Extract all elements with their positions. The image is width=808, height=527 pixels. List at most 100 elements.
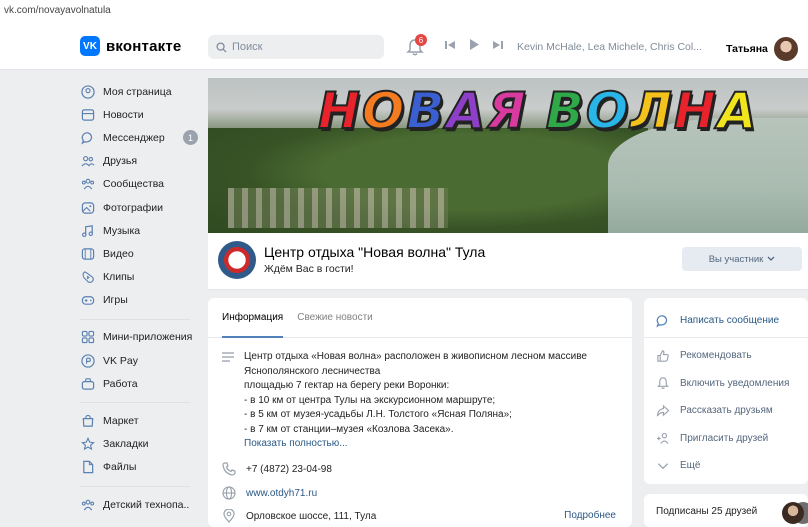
sidebar-item[interactable]: Клипы [80,266,198,289]
url-bar[interactable]: vk.com/novayavolnatula [0,0,808,22]
sidebar-item[interactable]: Друзья [80,150,198,173]
user-menu[interactable]: Татьяна [726,37,798,61]
play-icon[interactable] [469,39,479,50]
sidebar-item[interactable]: Новости [80,103,198,126]
community-name: Центр отдыха "Новая волна" Тула [264,244,486,260]
community-avatar[interactable] [218,241,256,279]
games-icon [80,293,95,308]
action-item[interactable]: Ещё [644,452,808,480]
sidebar-item[interactable]: Детский технопа.. [80,493,198,516]
sidebar-item-label: Музыка [103,224,141,237]
cover-title-letter: В [545,81,586,141]
cover-title: НОВАЯ ВОЛНА [317,81,759,141]
location-pin-icon [223,509,235,523]
member-button[interactable]: Вы участник [682,247,802,271]
friend-avatar [782,502,804,524]
sidebar-item-label: Новости [103,108,144,121]
now-playing-track[interactable]: Kevin McHale, Lea Michele, Chris Col... [517,41,702,53]
friends-subscribed[interactable]: Подписаны 25 друзей [644,494,808,527]
next-track-icon[interactable] [493,40,503,50]
chevron-down-icon [767,256,775,261]
message-icon [80,130,95,145]
market-icon [80,414,95,429]
sidebar-item[interactable]: Мини-приложения [80,326,198,349]
search-input[interactable]: Поиск [208,35,384,59]
apps-icon [80,330,95,345]
cover-title-letter: Н [673,81,718,141]
globe-icon [222,486,236,500]
chevron-down-icon [656,459,670,473]
description-icon [222,352,234,362]
sidebar-divider [80,486,190,487]
sidebar-item[interactable]: Музыка [80,219,198,242]
description-line: - в 7 км от станции–музея «Козлова Засек… [244,423,454,435]
user-avatar [773,37,798,61]
sidebar-item-label: Мини-приложения [103,331,193,344]
action-item-label: Рассказать друзьям [680,405,773,417]
vk-logo-text: вконтакте [106,37,182,55]
sidebar-item-label: Клипы [103,271,135,284]
contact-website[interactable]: www.otdyh71.ru [222,486,317,500]
tab-information[interactable]: Информация [222,312,284,338]
sidebar-item-label: Видео [103,247,134,260]
sidebar-item[interactable]: Закладки [80,433,198,456]
sidebar-item[interactable]: Файлы [80,456,198,479]
sidebar-item-label: Закладки [103,438,149,451]
sidebar-item-label: Моя страница [103,85,172,98]
sidebar-item[interactable]: Работа [80,372,198,395]
sidebar-item-label: VK Pay [103,354,139,367]
phone-icon [222,462,236,476]
show-more-link[interactable]: Показать полностью... [244,437,624,452]
share-icon [656,404,670,418]
sidebar-item[interactable]: Моя страница [80,80,198,103]
description-line: - в 5 км от музея-усадьбы Л.Н. Толстого … [244,409,512,420]
tab-latest-news[interactable]: Свежие новости [297,312,373,338]
left-sidebar: Моя страница Новости Мессенджер 1 Друзья Сооб… [80,80,198,516]
action-item[interactable]: Включить уведомления [644,370,808,398]
bell-icon [656,376,670,390]
vk-logo-icon: VK [80,36,100,56]
actions-panel: Написать сообщение Рекомендовать Включить … [644,298,808,484]
action-item[interactable]: Пригласить друзей [644,425,808,453]
cover-title-letter: О [361,81,407,141]
website-link: www.otdyh71.ru [246,487,318,499]
details-link[interactable]: Подробнее [564,510,616,521]
video-icon [80,246,95,261]
search-icon [216,41,227,53]
photo-icon [80,200,95,215]
previous-track-icon[interactable] [445,40,455,50]
top-bar: VK вконтакте Поиск 6 Kevin McHale, Lea M… [0,22,808,70]
action-item[interactable]: Рекомендовать [644,342,808,370]
sidebar-item[interactable]: Маркет [80,409,198,432]
description-line: - в 10 км от центра Тулы на экскурсионно… [244,394,496,406]
action-item[interactable]: Написать сообщение [644,304,808,338]
vk-logo[interactable]: VK вконтакте [80,36,181,56]
contact-phone[interactable]: +7 (4872) 23-04-98 [222,462,332,476]
sidebar-item-label: Друзья [103,155,138,168]
sidebar-item[interactable]: VK Pay [80,349,198,372]
member-button-label: Вы участник [708,253,764,265]
action-item-label: Ещё [680,460,701,472]
cover-title-letter: О [585,81,631,141]
sidebar-item[interactable]: Фотографии [80,196,198,219]
sidebar-item[interactable]: Игры [80,289,198,312]
cover-title-letter: А [717,81,759,141]
community-description: Центр отдыха «Новая волна» расположен в … [244,350,624,452]
sidebar-item[interactable]: Видео [80,242,198,265]
sidebar-item-label: Фотографии [103,201,164,214]
cover-title-letter: В [405,81,447,141]
contact-address[interactable]: Орловское шоссе, 111, Тула [222,509,376,523]
user-name: Татьяна [726,43,768,55]
sidebar-item[interactable]: Мессенджер 1 [80,126,198,149]
sidebar-item[interactable]: Сообщества [80,173,198,196]
description-line: Центр отдыха «Новая волна» расположен в … [244,351,587,362]
friends-subscribed-label: Подписаны 25 друзей [656,506,758,517]
community-cover: НОВАЯ ВОЛНА [208,78,808,233]
community-header: Центр отдыха "Новая волна" Тула Ждём Вас… [208,233,808,290]
sidebar-item-label: Работа [103,377,138,390]
notifications-badge: 6 [415,34,427,46]
action-item-label: Пригласить друзей [680,432,769,444]
sidebar-item-label: Детский технопа.. [103,498,190,511]
address-text: Орловское шоссе, 111, Тула [246,510,377,522]
action-item[interactable]: Рассказать друзьям [644,397,808,425]
